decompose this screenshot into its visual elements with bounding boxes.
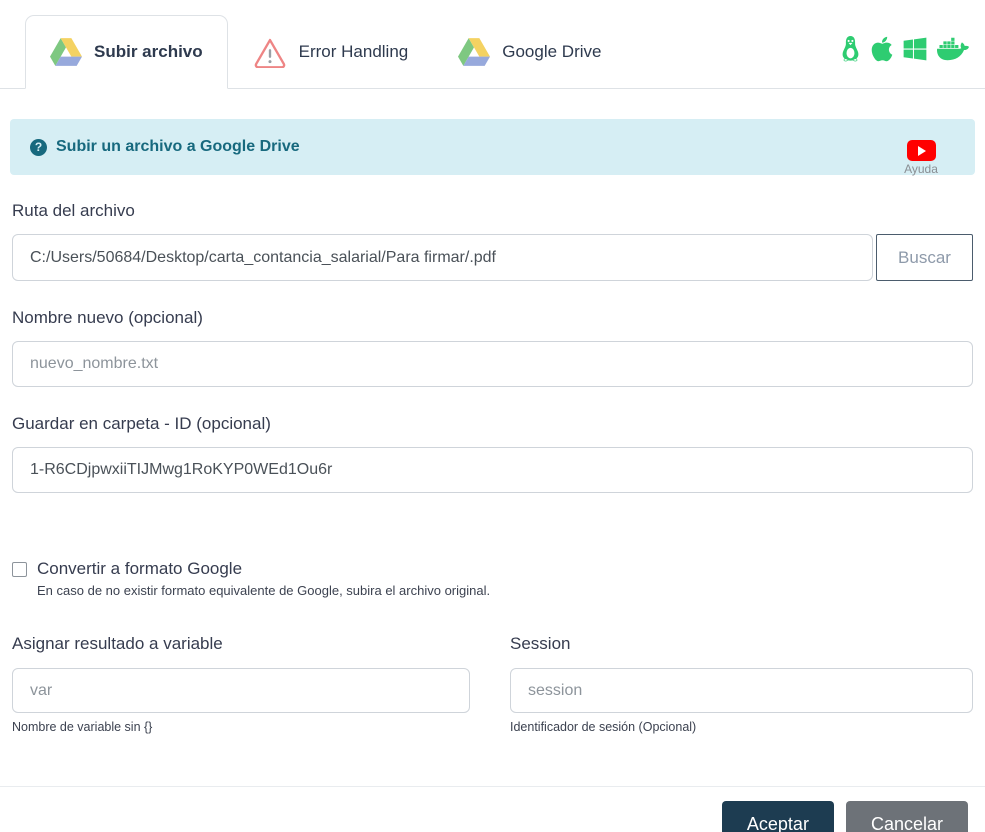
cancel-button[interactable]: Cancelar [846, 801, 968, 832]
accept-button[interactable]: Aceptar [722, 801, 834, 832]
warning-triangle-icon [253, 37, 287, 68]
convert-checkbox[interactable] [12, 562, 27, 577]
file-path-input[interactable] [12, 234, 873, 281]
google-drive-icon [458, 38, 490, 66]
folder-id-input[interactable] [12, 447, 973, 493]
tab-label: Google Drive [502, 42, 601, 62]
convert-help-text: En caso de no existir formato equivalent… [37, 583, 973, 598]
dialog-footer: Aceptar Cancelar [0, 786, 985, 832]
folder-id-label: Guardar en carpeta - ID (opcional) [12, 414, 973, 434]
new-name-input[interactable] [12, 341, 973, 387]
file-path-label: Ruta del archivo [12, 201, 973, 221]
help-video-label: Ayuda [899, 162, 943, 176]
result-variable-input[interactable] [12, 668, 470, 713]
google-drive-icon [50, 38, 82, 66]
new-name-label: Nombre nuevo (opcional) [12, 308, 973, 328]
info-banner: ? Subir un archivo a Google Drive Ayuda [10, 119, 975, 175]
apple-icon [871, 35, 893, 63]
tab-subir-archivo[interactable]: Subir archivo [25, 15, 228, 89]
session-label: Session [510, 634, 973, 654]
docker-icon [937, 36, 969, 62]
convert-label: Convertir a formato Google [37, 559, 242, 579]
session-input[interactable] [510, 668, 973, 713]
tab-error-handling[interactable]: Error Handling [228, 15, 434, 89]
tab-label: Subir archivo [94, 42, 203, 62]
browse-button[interactable]: Buscar [876, 234, 973, 281]
convert-checkbox-row[interactable]: Convertir a formato Google [12, 559, 973, 579]
help-video-link[interactable]: Ayuda [899, 140, 943, 176]
upload-form: Ruta del archivo Buscar Nombre nuevo (op… [12, 201, 973, 734]
linux-icon [839, 34, 862, 63]
windows-icon [902, 36, 928, 62]
banner-text: Subir un archivo a Google Drive [56, 138, 300, 156]
result-variable-help: Nombre de variable sin {} [12, 720, 470, 734]
session-help: Identificador de sesión (Opcional) [510, 720, 973, 734]
tab-label: Error Handling [299, 42, 409, 62]
result-variable-label: Asignar resultado a variable [12, 634, 470, 654]
youtube-icon[interactable] [907, 140, 936, 161]
tab-bar: Subir archivo Error Handling Google Driv… [0, 0, 985, 89]
platform-icons [839, 34, 969, 63]
tab-google-drive[interactable]: Google Drive [433, 15, 626, 89]
help-circle-icon: ? [30, 139, 47, 156]
